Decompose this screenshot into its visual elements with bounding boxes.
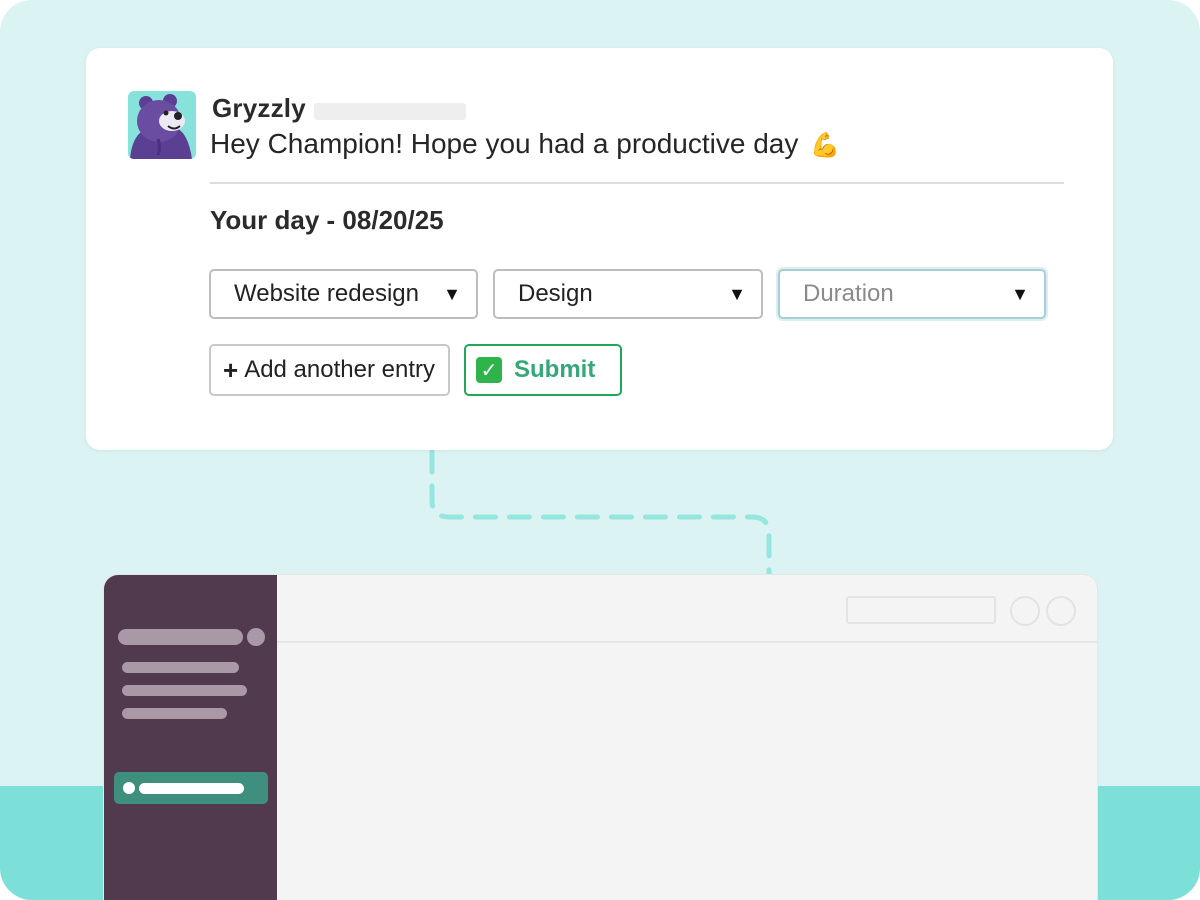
- caret-down-icon: ▼: [443, 284, 461, 304]
- plus-icon: +: [223, 354, 239, 385]
- submit-button[interactable]: ✓ Submit: [464, 344, 622, 396]
- project-select-value: Website redesign: [234, 280, 419, 307]
- app-window-mock: [104, 575, 1097, 900]
- add-another-entry-button[interactable]: + Add another entry: [209, 344, 450, 396]
- search-box-placeholder: [846, 596, 996, 624]
- day-title: Your day - 08/20/25: [210, 205, 444, 235]
- duration-select-placeholder: Duration: [803, 280, 894, 307]
- bear-mascot-icon: [128, 91, 196, 159]
- task-select-value: Design: [518, 280, 593, 307]
- flexed-biceps-icon: 💪: [810, 131, 841, 159]
- sidebar-workspace-placeholder: [118, 629, 243, 645]
- sidebar-item-placeholder: [122, 708, 227, 719]
- active-item-dot: [123, 782, 135, 794]
- illustration-background: Gryzzly Hey Champion! Hope you had a pro…: [0, 0, 1200, 900]
- message-body: Hey Champion! Hope you had a productive …: [210, 128, 799, 159]
- sender-name: Gryzzly: [212, 93, 306, 123]
- project-select[interactable]: Website redesign ▼: [209, 269, 478, 319]
- sidebar-status-dot: [247, 628, 265, 646]
- caret-down-icon: ▼: [728, 284, 746, 304]
- sidebar-item-active: [114, 772, 268, 804]
- caret-down-icon: ▼: [1011, 284, 1029, 304]
- divider: [210, 182, 1064, 184]
- check-box-icon: ✓: [476, 357, 502, 383]
- sidebar-item-placeholder: [122, 662, 239, 673]
- duration-select[interactable]: Duration ▼: [778, 269, 1046, 319]
- sidebar-item-placeholder: [122, 685, 247, 696]
- add-entry-label: Add another entry: [244, 356, 435, 383]
- circle-button-placeholder: [1046, 596, 1076, 626]
- circle-button-placeholder: [1010, 596, 1040, 626]
- window-topbar-divider: [277, 641, 1097, 643]
- task-select[interactable]: Design ▼: [493, 269, 763, 319]
- message-card: Gryzzly Hey Champion! Hope you had a pro…: [86, 48, 1113, 450]
- message-text: Hey Champion! Hope you had a productive …: [210, 128, 840, 160]
- sender-meta-placeholder: [314, 103, 466, 120]
- submit-label: Submit: [514, 356, 596, 383]
- sidebar: [104, 575, 277, 900]
- active-item-placeholder: [139, 783, 244, 794]
